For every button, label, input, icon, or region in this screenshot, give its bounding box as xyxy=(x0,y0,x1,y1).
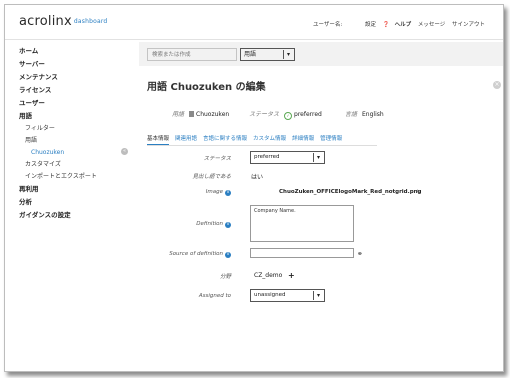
headword-label: 見出し語である xyxy=(192,174,231,180)
tab-4[interactable]: 詳細情報 xyxy=(292,136,314,142)
source-label-text: Source of definition xyxy=(169,251,223,257)
edit-pencil-icon[interactable]: ✎ xyxy=(416,189,421,196)
chevron-down-icon: ▾ xyxy=(313,153,323,162)
search-scope-value: 用語 xyxy=(244,51,257,58)
headword-value: はい xyxy=(251,174,264,181)
term-label: 用語 xyxy=(172,111,185,118)
status-select-value: preferred xyxy=(254,154,280,160)
source-input[interactable] xyxy=(250,248,354,258)
info-icon[interactable]: i xyxy=(225,252,231,258)
language-meta: 言語 English xyxy=(345,109,384,118)
status-meta-value: preferred xyxy=(294,111,322,118)
assigned-select-value: unassigned xyxy=(254,292,286,298)
nav-help-label: ヘルプ xyxy=(394,22,412,28)
definition-label: Definition i xyxy=(196,221,231,228)
tab-1[interactable]: 関連用語 xyxy=(175,136,197,142)
sidebar-item[interactable]: 再利用 xyxy=(19,183,139,196)
sidebar-item[interactable]: ライセンス xyxy=(19,84,139,97)
sidebar-item[interactable]: フィルター xyxy=(19,123,139,135)
sidebar-item[interactable]: メンテナンス xyxy=(19,71,139,84)
term-value: Chuozuken xyxy=(196,111,230,118)
close-icon[interactable]: × xyxy=(493,81,501,89)
logo-text: acrolinx xyxy=(19,14,72,29)
chevron-down-icon: ▾ xyxy=(283,50,293,59)
status-meta-label: ステータス xyxy=(249,111,280,118)
language-value: English xyxy=(362,111,384,118)
term-meta: 用語 Chuozuken xyxy=(172,109,229,118)
status-meta: ステータス ✓ preferred xyxy=(249,109,322,120)
search-scope-select[interactable]: 用語 ▾ xyxy=(240,48,295,61)
tab-2[interactable]: 言語に関する情報 xyxy=(203,136,247,142)
info-icon[interactable]: i xyxy=(225,190,231,196)
tab-bar: 基本情報 関連用語 言語に関する情報 カスタム情報 詳細情報 管理情報 xyxy=(147,134,348,146)
source-label: Source of definition i xyxy=(169,251,231,258)
top-bar: acrolinx dashboard ユーザー名: 設定 ❓ ヘルプ メッセージ サ… xyxy=(5,5,503,40)
definition-label-text: Definition xyxy=(196,221,223,227)
logo-subtext: dashboard xyxy=(73,18,108,25)
nav-signout[interactable]: サインアウト xyxy=(452,22,485,28)
username-label: ユーザー名: xyxy=(312,22,343,28)
check-icon: ✓ xyxy=(284,112,293,120)
assigned-select[interactable]: unassigned ▾ xyxy=(250,289,325,302)
sidebar: ホーム サーバー メンテナンス ライセンス ユーザー 用語 フィルター 用語 Chuozuken… xyxy=(19,45,139,222)
image-filename[interactable]: ChuoZuken_OFFICElogoMark_Red_notgrid.png xyxy=(279,189,422,195)
sidebar-item[interactable]: 用語 xyxy=(19,135,139,147)
sidebar-item[interactable]: 分析 xyxy=(19,196,139,209)
app-window: acrolinx dashboard ユーザー名: 設定 ❓ ヘルプ メッセージ サ… xyxy=(4,4,504,372)
definition-textarea[interactable]: Company Name. xyxy=(250,205,354,242)
domain-label: 分野 xyxy=(219,274,231,280)
page-title: 用語 Chuozuken の編集 xyxy=(147,82,266,93)
info-icon[interactable]: i xyxy=(225,222,231,228)
status-select[interactable]: preferred ▾ xyxy=(250,151,325,164)
image-label-text: Image xyxy=(205,189,223,195)
sidebar-item[interactable]: 用語 xyxy=(19,110,139,123)
search-input[interactable]: 検索または作成 xyxy=(147,48,237,61)
domain-value: CZ_demo xyxy=(254,272,283,279)
collapse-sidebar-icon[interactable]: « xyxy=(121,148,128,155)
sidebar-item[interactable]: インポートとエクスポート xyxy=(19,171,139,183)
sidebar-item[interactable]: ホーム xyxy=(19,45,139,58)
top-nav: ユーザー名: 設定 ❓ ヘルプ メッセージ サインアウト xyxy=(308,20,485,28)
sidebar-item[interactable]: カスタマイズ xyxy=(19,159,139,171)
sidebar-item[interactable]: サーバー xyxy=(19,58,139,71)
tab-3[interactable]: カスタム情報 xyxy=(253,136,286,142)
link-icon[interactable]: ⚭ xyxy=(357,250,363,258)
assigned-label: Assigned to xyxy=(198,293,231,299)
sidebar-item[interactable]: ユーザー xyxy=(19,97,139,110)
sidebar-item[interactable]: ガイダンスの設定 xyxy=(19,209,139,222)
nav-messages[interactable]: メッセージ xyxy=(418,22,445,28)
add-domain-icon[interactable]: + xyxy=(288,271,295,280)
image-label: Image i xyxy=(206,189,231,196)
status-label: ステータス xyxy=(203,156,231,162)
tab-divider xyxy=(147,145,377,146)
chevron-down-icon: ▾ xyxy=(313,291,323,300)
language-label: 言語 xyxy=(345,111,358,118)
tab-5[interactable]: 管理情報 xyxy=(320,136,342,142)
nav-help[interactable]: ❓ ヘルプ xyxy=(383,22,411,28)
acrolinx-logo[interactable]: acrolinx dashboard xyxy=(19,14,107,29)
nav-settings[interactable]: 設定 xyxy=(365,22,376,28)
flag-icon xyxy=(189,111,195,117)
